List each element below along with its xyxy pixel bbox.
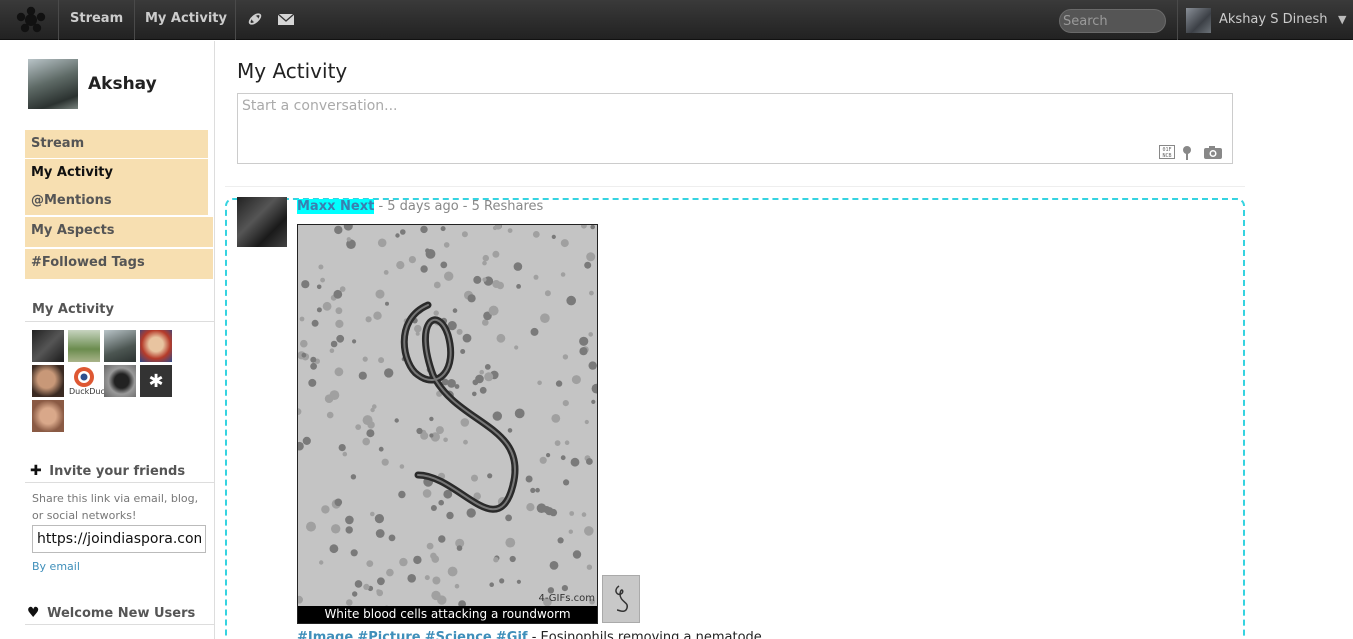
gif-watermark: 4-GIFs.com: [538, 593, 595, 604]
contact-avatar[interactable]: [32, 330, 64, 362]
markdown-icon[interactable]: 01F NCB: [1159, 145, 1175, 159]
contact-avatar[interactable]: [104, 365, 136, 397]
contact-avatar[interactable]: ✱: [140, 365, 172, 397]
invite-link-field[interactable]: [32, 525, 206, 553]
invite-heading-label: Invite your friends: [49, 464, 186, 479]
nav-separator: [1177, 0, 1178, 40]
sidebar-divider: [214, 41, 215, 639]
contact-avatar[interactable]: [104, 330, 136, 362]
nav-separator: [58, 0, 59, 40]
post-author-avatar[interactable]: [237, 197, 287, 247]
post-author-link[interactable]: Maxx Next: [297, 199, 375, 214]
welcome-heading-label: Welcome New Users: [47, 606, 196, 621]
contact-avatar[interactable]: [32, 400, 64, 432]
diaspora-logo-icon: ✱: [148, 371, 163, 392]
notifications-icon[interactable]: [246, 11, 264, 27]
profile-name[interactable]: Akshay: [88, 74, 157, 94]
contact-avatar[interactable]: [32, 365, 64, 397]
page-title: My Activity: [237, 59, 348, 83]
stream-divider: [225, 186, 1245, 187]
nav-stream-link[interactable]: Stream: [70, 11, 123, 26]
publisher-box[interactable]: Start a conversation... 01F NCB: [237, 93, 1233, 164]
post-text: #Image #Picture #Science #Gif - Eosinoph…: [297, 630, 762, 639]
hashtag-link[interactable]: #Science: [425, 630, 492, 639]
user-avatar[interactable]: [1186, 8, 1211, 33]
post-body-text: - Eosinophils removing a nematode: [527, 630, 762, 639]
search-input[interactable]: [1059, 9, 1166, 33]
sidebar-item-followed-tags[interactable]: #Followed Tags: [25, 249, 213, 279]
sidebar-item-my-activity[interactable]: My Activity: [25, 159, 208, 187]
diaspora-asterisk-icon[interactable]: [16, 6, 46, 34]
svg-text:✱: ✱: [148, 371, 163, 392]
contact-avatar[interactable]: [140, 330, 172, 362]
publisher-placeholder[interactable]: Start a conversation...: [242, 98, 398, 114]
nav-separator: [134, 0, 135, 40]
plus-icon: ✚: [30, 463, 42, 479]
post-timestamp-reshares[interactable]: - 5 days ago - 5 Reshares: [378, 199, 543, 214]
svg-text:NCB: NCB: [1162, 153, 1171, 159]
invite-heading: ✚ Invite your friends: [30, 463, 185, 479]
sidebar-item-mentions[interactable]: @Mentions: [25, 187, 208, 215]
welcome-heading: ♥ Welcome New Users: [27, 605, 195, 621]
dropdown-caret-icon[interactable]: ▼: [1338, 13, 1346, 26]
profile-avatar[interactable]: [28, 59, 78, 109]
section-divider: [25, 624, 214, 625]
nav-my-activity-link[interactable]: My Activity: [145, 11, 227, 26]
invite-by-email-link[interactable]: By email: [32, 560, 80, 573]
mail-icon[interactable]: [277, 11, 295, 27]
nav-separator: [235, 0, 236, 40]
contact-avatar[interactable]: [68, 330, 100, 362]
sidebar-item-my-aspects[interactable]: My Aspects: [25, 217, 213, 247]
camera-icon[interactable]: [1203, 145, 1223, 160]
heart-icon: ♥: [27, 605, 40, 621]
user-menu-name[interactable]: Akshay S Dinesh: [1219, 12, 1327, 27]
sidebar-item-stream[interactable]: Stream: [25, 130, 208, 158]
contact-avatar[interactable]: DuckDuc: [68, 365, 105, 397]
post-image-thumbnail[interactable]: [602, 575, 640, 623]
post-meta: Maxx Next - 5 days ago - 5 Reshares: [297, 199, 543, 214]
hashtag-link[interactable]: #Gif: [496, 630, 528, 639]
roundworm-thumbnail: [615, 585, 629, 613]
hashtag-link[interactable]: #Image: [297, 630, 353, 639]
invite-description: Share this link via email, blog, or soci…: [32, 492, 199, 522]
activity-heading: My Activity: [32, 302, 114, 317]
contact-avatar-caption: DuckDuc: [69, 387, 105, 396]
location-pin-icon[interactable]: [1182, 145, 1192, 160]
section-divider: [25, 321, 214, 322]
roundworm-image: [298, 225, 597, 623]
gif-caption: White blood cells attacking a roundworm: [298, 606, 597, 623]
post-image[interactable]: 4-GIFs.com White blood cells attacking a…: [297, 224, 598, 624]
top-bar: Stream My Activity Akshay S Dinesh ▼: [0, 0, 1353, 40]
hashtag-link[interactable]: #Picture: [357, 630, 420, 639]
section-divider: [25, 482, 214, 483]
